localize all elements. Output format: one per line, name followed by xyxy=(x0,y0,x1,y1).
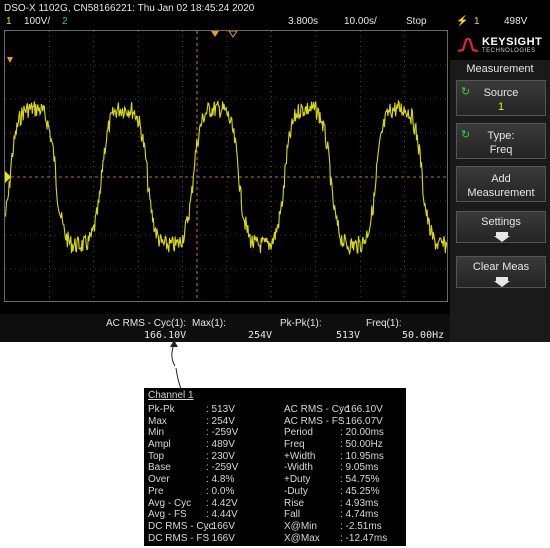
table-row: +Width : 10.95ms xyxy=(284,451,404,463)
measurement-name: Over xyxy=(148,474,170,486)
measurement-result: : 10.95ms xyxy=(340,450,384,462)
table-row: Base : -259V xyxy=(148,462,278,474)
measurement-result: : 513V xyxy=(206,404,235,415)
table-row: Pre : 0.0% xyxy=(148,486,278,498)
measurement-result: : 4.44V xyxy=(206,509,238,521)
measurement-name: Period xyxy=(284,427,313,439)
measurement-name: DC RMS - FS xyxy=(148,532,210,544)
table-row: Pk-Pk : 513V xyxy=(148,404,278,416)
table-left-column: Pk-Pk : 513V Max : 254V Min : -259V Ampl : 489V… xyxy=(148,404,278,544)
measurement-name: Pk-Pk xyxy=(148,404,175,415)
table-row: -Duty : 45.25% xyxy=(284,486,404,498)
measurement-result: : 4.74ms xyxy=(340,509,379,521)
table-right-column: AC RMS - Cyc: 166.10V AC RMS - FS: 166.07… xyxy=(284,404,404,544)
measurement-name: Fall xyxy=(284,509,301,521)
measurement-result: : 166V xyxy=(206,532,235,544)
table-row: X@Max : -12.47ms xyxy=(284,533,404,545)
measurement-name: DC RMS - Cyc xyxy=(148,520,214,532)
measurement-result: : -12.47ms xyxy=(340,532,388,544)
table-row: AC RMS - Cyc: 166.10V xyxy=(284,404,404,416)
table-row: X@Min : -2.51ms xyxy=(284,521,404,533)
measurement-result: : 45.25% xyxy=(340,485,380,497)
table-row: AC RMS - FS: 166.07V xyxy=(284,416,404,428)
table-row: Period : 20.00ms xyxy=(284,427,404,439)
measurement-name: Rise xyxy=(284,497,305,509)
measurement-result: : 0.0% xyxy=(206,485,235,497)
table-row: Min : -259V xyxy=(148,427,278,439)
measurement-name: AC RMS - FS xyxy=(284,415,345,427)
table-row: Freq : 50.00Hz xyxy=(284,439,404,451)
table-row: Top : 230V xyxy=(148,451,278,463)
table-row: DC RMS - Cyc: 166V xyxy=(148,521,278,533)
measurement-result: : 166V xyxy=(206,520,235,532)
measurement-result: : 166.10V xyxy=(340,404,383,415)
table-row: Avg - Cyc : 4.42V xyxy=(148,498,278,510)
measurement-result: : 254V xyxy=(206,415,235,427)
table-row: +Duty : 54.75% xyxy=(284,474,404,486)
measurement-name: Ampl xyxy=(148,439,171,451)
table-row: Ampl : 489V xyxy=(148,439,278,451)
measurement-result: : 4.93ms xyxy=(340,497,379,509)
measurement-result: : 20.00ms xyxy=(340,427,384,439)
measurement-result: : 230V xyxy=(206,450,235,462)
table-row: -Width : 9.05ms xyxy=(284,462,404,474)
measurement-result: : 166.07V xyxy=(340,415,383,427)
measurement-result: : -259V xyxy=(206,427,239,439)
table-row: Rise : 4.93ms xyxy=(284,498,404,510)
measurement-name: Top xyxy=(148,450,165,462)
measurement-result: : 4.8% xyxy=(206,474,235,486)
measurement-result: : 54.75% xyxy=(340,474,380,486)
measurement-result: : 489V xyxy=(206,439,235,451)
table-row: DC RMS - FS: 166V xyxy=(148,533,278,545)
measurement-name: +Duty xyxy=(284,474,311,486)
measurement-result: : 50.00Hz xyxy=(340,439,383,451)
measurement-name: Avg - FS xyxy=(148,509,187,521)
table-row: Fall : 4.74ms xyxy=(284,509,404,521)
measurement-name: Base xyxy=(148,462,171,474)
measurement-name: Pre xyxy=(148,485,164,497)
table-title: Channel 1 xyxy=(148,390,194,401)
measurement-name: +Width xyxy=(284,450,316,462)
measurement-name: Freq xyxy=(284,439,305,451)
table-row: Max : 254V xyxy=(148,416,278,428)
measurement-name: Min xyxy=(148,427,165,439)
measurement-name: -Width xyxy=(284,462,313,474)
measurement-name: Avg - Cyc xyxy=(148,497,192,509)
table-row: Avg - FS : 4.44V xyxy=(148,509,278,521)
measurement-name: Max xyxy=(148,415,167,427)
measurement-result: : 4.42V xyxy=(206,497,238,509)
table-row: Over : 4.8% xyxy=(148,474,278,486)
measurement-name: X@Min xyxy=(284,520,317,532)
measurement-name: X@Max xyxy=(284,532,320,544)
measurement-result: : -2.51ms xyxy=(340,520,382,532)
channel1-measurement-table: Channel 1 Pk-Pk : 513V Max : 254V Min : -259V… xyxy=(144,388,406,546)
measurement-name: -Duty xyxy=(284,485,308,497)
measurement-result: : 9.05ms xyxy=(340,462,379,474)
measurement-result: : -259V xyxy=(206,462,239,474)
